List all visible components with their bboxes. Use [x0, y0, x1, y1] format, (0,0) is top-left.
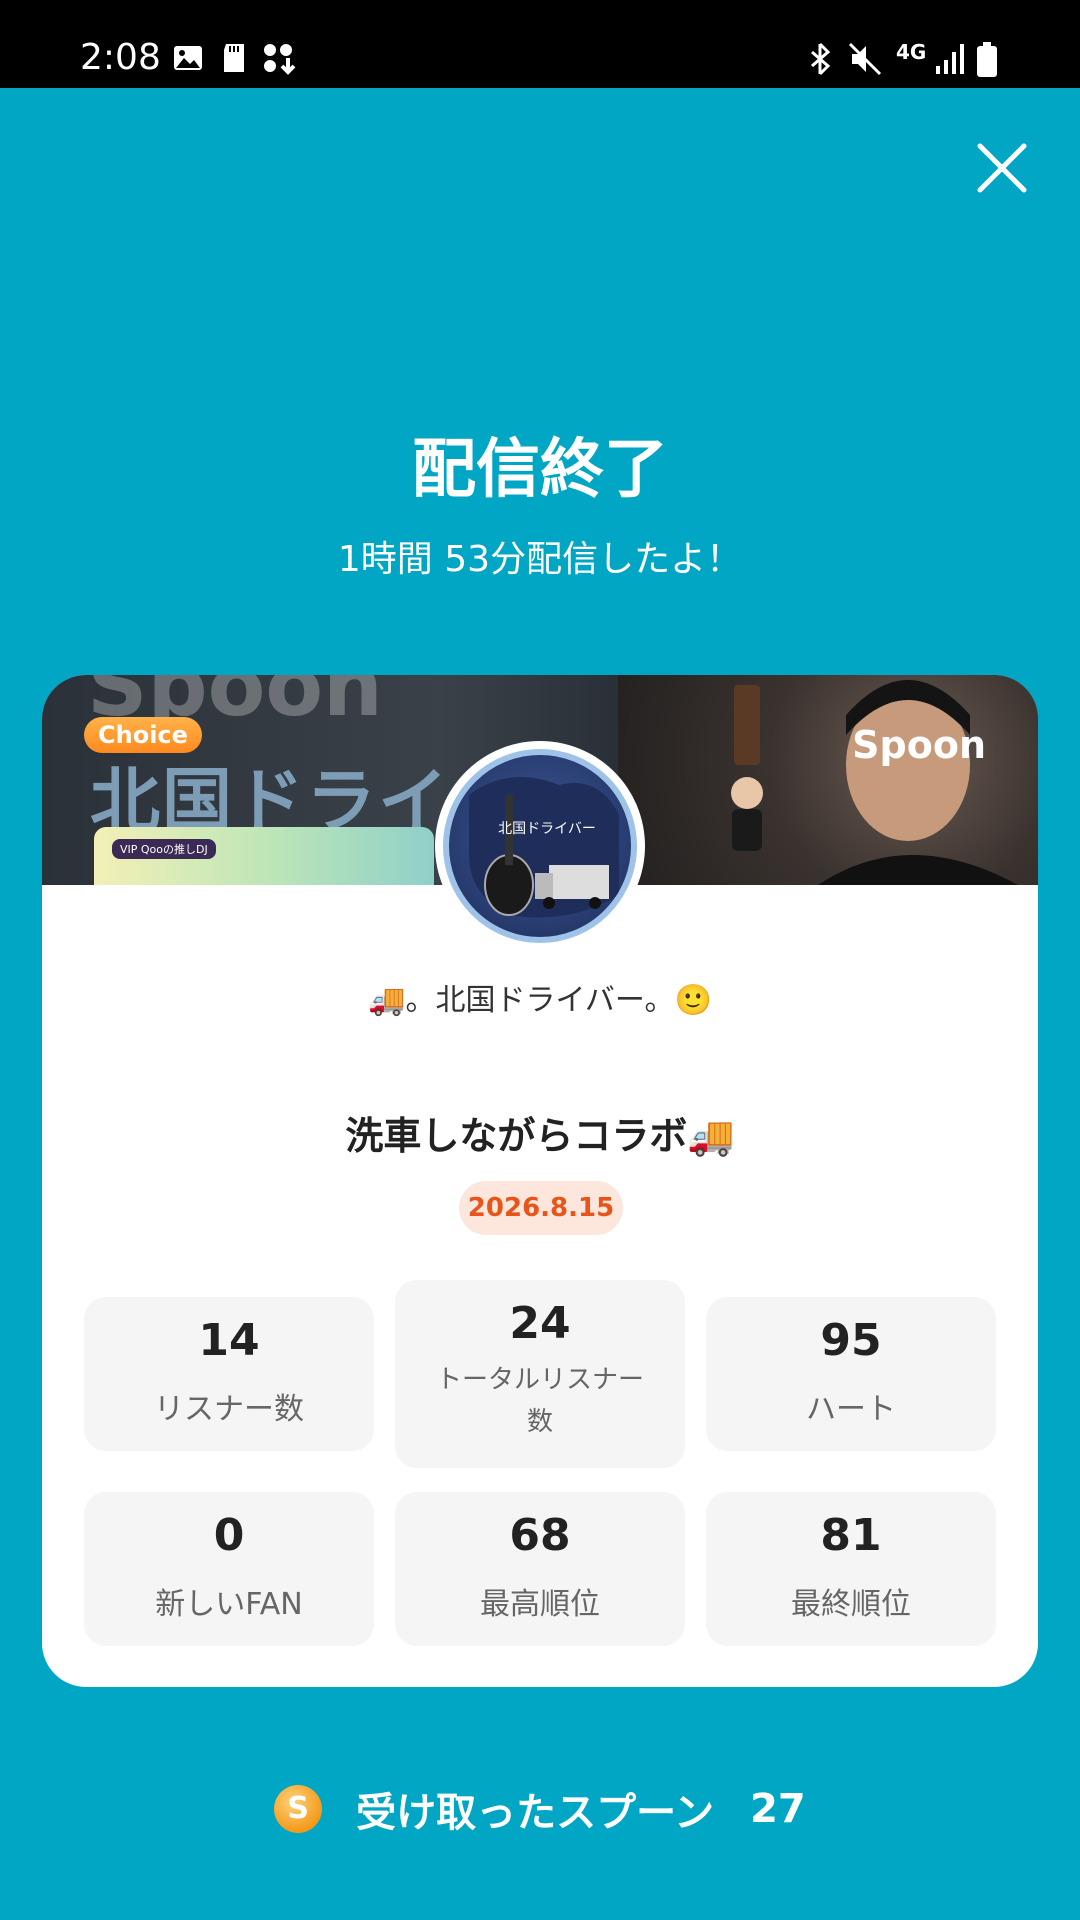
vip-tag: VIP Qooの推しDJ — [112, 839, 216, 859]
stat-new-fans: 0 新しいFAN — [84, 1492, 374, 1646]
received-spoons: S 受け取ったスプーン 27 — [0, 1780, 1080, 1836]
dj-name[interactable]: 🚚。北国ドライバー。🙂 — [42, 975, 1038, 1019]
close-icon — [977, 143, 1027, 193]
close-button[interactable] — [974, 140, 1030, 196]
sd-card-icon — [224, 44, 244, 72]
stat-label: リスナー数 — [154, 1392, 304, 1427]
bluetooth-icon — [811, 42, 831, 76]
status-bar: 2:08 4G — [0, 0, 1080, 88]
broadcast-date: 2026.8.15 — [459, 1181, 623, 1235]
broadcast-duration: 1時間 53分配信したよ！ — [337, 539, 743, 580]
stat-label: トータルリスナー数 — [435, 1365, 644, 1437]
download-icon — [264, 44, 296, 75]
stat-final-rank: 81 最終順位 — [706, 1492, 996, 1646]
4g-icon: 4G — [896, 40, 927, 64]
summary-card: Spoon 北国ドライバ Choice VIP Qooの推しDJ Spoon 北… — [42, 675, 1038, 1687]
spoon-logo: Spoon — [852, 723, 986, 767]
spoon-coin-icon: S — [274, 1785, 323, 1833]
stat-value: 95 — [820, 1315, 882, 1366]
banner-illustration — [618, 675, 1038, 885]
stat-value: 14 — [198, 1315, 260, 1366]
choice-badge: Choice — [84, 717, 202, 753]
stat-label: ハート — [806, 1392, 896, 1427]
stat-label: 最高順位 — [480, 1587, 600, 1622]
stat-hearts: 95 ハート — [706, 1297, 996, 1451]
status-time: 2:08 — [80, 37, 161, 78]
stat-value: 81 — [820, 1510, 882, 1561]
stat-best-rank: 68 最高順位 — [395, 1492, 685, 1646]
avatar[interactable]: 北国ドライバー — [435, 741, 645, 951]
stat-label: 新しいFAN — [155, 1587, 303, 1622]
banner-panel: VIP Qooの推しDJ — [94, 827, 434, 885]
keychain-figure-icon — [731, 680, 1018, 885]
avatar-image: 北国ドライバー — [443, 749, 637, 943]
mute-icon — [848, 42, 882, 76]
guitar-truck-icon: 北国ドライバー — [469, 777, 619, 918]
broadcast-title: 洗車しながらコラボ🚚 — [345, 1114, 735, 1158]
avatar-text: 北国ドライバー — [498, 821, 596, 837]
stat-label: 最終順位 — [791, 1587, 911, 1622]
stat-listeners: 14 リスナー数 — [84, 1297, 374, 1451]
received-spoons-count: 27 — [750, 1786, 806, 1832]
stat-value: 0 — [213, 1510, 245, 1561]
stat-total-listeners: 24 トータルリスナー数 — [395, 1280, 685, 1468]
stat-value: 24 — [509, 1298, 571, 1349]
signal-icon — [936, 44, 964, 74]
stat-value: 68 — [509, 1510, 571, 1561]
battery-icon — [977, 42, 997, 77]
received-spoons-label: 受け取ったスプーン — [356, 1790, 715, 1836]
image-icon — [174, 46, 202, 70]
page-title: 配信終了 — [412, 433, 668, 507]
